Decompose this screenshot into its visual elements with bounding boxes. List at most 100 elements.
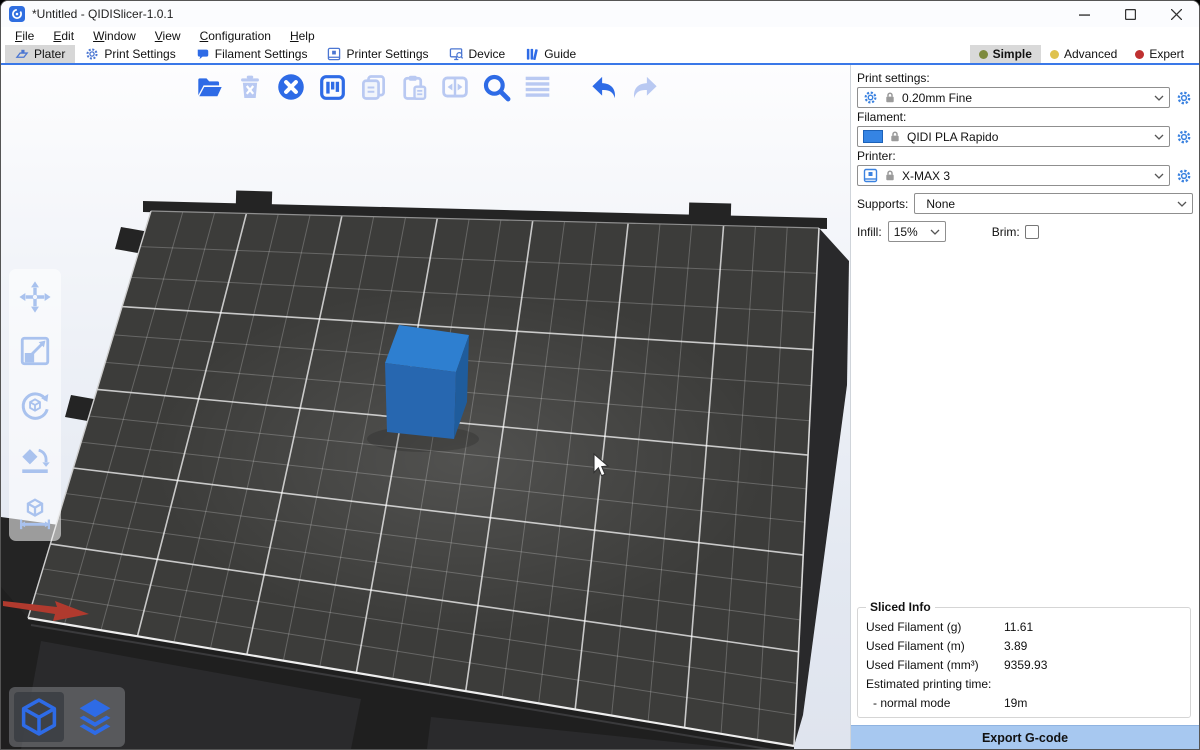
mode-expert[interactable]: Expert (1126, 45, 1193, 63)
split-button[interactable] (439, 71, 471, 103)
mode-advanced-label: Advanced (1064, 47, 1117, 61)
infill-combo[interactable]: 15% (888, 221, 946, 242)
filament-value: QIDI PLA Rapido (907, 130, 998, 144)
close-icon (1171, 9, 1182, 20)
window-title: *Untitled - QIDISlicer-1.0.1 (32, 7, 173, 21)
tab-filament-settings[interactable]: Filament Settings (186, 45, 318, 63)
menu-bar: File Edit Window View Configuration Help (1, 27, 1199, 45)
tab-device[interactable]: Device (439, 45, 516, 63)
mode-expert-label: Expert (1149, 47, 1184, 61)
close-button[interactable] (1153, 1, 1199, 27)
expert-mode-dot (1135, 50, 1144, 59)
print-settings-label: Print settings: (857, 71, 1193, 85)
tab-print-settings[interactable]: Print Settings (75, 45, 185, 63)
delete-button[interactable] (234, 71, 266, 103)
chevron-down-icon (1154, 173, 1164, 179)
print-settings-value: 0.20mm Fine (902, 91, 972, 105)
app-logo-icon (9, 6, 25, 22)
printer-value: X-MAX 3 (902, 169, 950, 183)
menu-view[interactable]: View (155, 29, 181, 43)
edit-print-settings-button[interactable] (1175, 89, 1193, 107)
printer-combo[interactable]: X-MAX 3 (857, 165, 1170, 186)
printer-icon (863, 168, 878, 183)
top-toolbar (193, 71, 661, 103)
export-gcode-button[interactable]: Export G-code (851, 725, 1199, 749)
infill-label: Infill: (857, 225, 882, 239)
move-tool-button[interactable] (17, 279, 53, 315)
filament-color-swatch (863, 130, 883, 143)
tab-printer-settings[interactable]: Printer Settings (317, 45, 438, 63)
maximize-button[interactable] (1107, 1, 1153, 27)
filament-combo[interactable]: QIDI PLA Rapido (857, 126, 1170, 147)
gear-icon (1176, 168, 1192, 184)
circle-x-icon (277, 73, 305, 101)
tab-guide-label: Guide (544, 47, 576, 61)
supports-combo[interactable]: None (914, 193, 1193, 214)
copy-button[interactable] (357, 71, 389, 103)
menu-edit[interactable]: Edit (53, 29, 74, 43)
advanced-mode-dot (1050, 50, 1059, 59)
measure-tool-button[interactable] (17, 495, 53, 531)
supports-value: None (920, 197, 955, 211)
app-window: *Untitled - QIDISlicer-1.0.1 File Edit W… (0, 0, 1200, 750)
search-button[interactable] (480, 71, 512, 103)
move-icon (18, 280, 52, 314)
tab-guide[interactable]: Guide (515, 45, 586, 63)
editor-view-button[interactable] (14, 692, 64, 742)
print-settings-combo[interactable]: 0.20mm Fine (857, 87, 1170, 108)
minimize-icon (1079, 9, 1090, 20)
menu-file[interactable]: File (15, 29, 34, 43)
paste-button[interactable] (398, 71, 430, 103)
trash-icon (237, 74, 263, 100)
lock-icon (884, 169, 896, 182)
flatten-icon (18, 442, 52, 476)
device-monitor-icon (449, 47, 464, 61)
rotate-tool-button[interactable] (17, 387, 53, 423)
scale-tool-button[interactable] (17, 333, 53, 369)
edit-filament-button[interactable] (1175, 128, 1193, 146)
tab-print-settings-label: Print Settings (104, 47, 175, 61)
sliced-info-row: Used Filament (g) 11.61 (866, 620, 1182, 634)
place-on-face-tool-button[interactable] (17, 441, 53, 477)
lock-icon (889, 130, 901, 143)
title-bar: *Untitled - QIDISlicer-1.0.1 (1, 1, 1199, 27)
gear-icon (1176, 129, 1192, 145)
scale-icon (18, 334, 52, 368)
chevron-down-icon (1154, 134, 1164, 140)
open-file-button[interactable] (193, 71, 225, 103)
open-folder-icon (195, 73, 223, 101)
tab-printer-settings-label: Printer Settings (346, 47, 428, 61)
minimize-button[interactable] (1061, 1, 1107, 27)
left-toolbar (9, 269, 61, 541)
redo-button[interactable] (629, 71, 661, 103)
chevron-down-icon (1177, 201, 1187, 207)
edit-printer-button[interactable] (1175, 167, 1193, 185)
mode-simple-label: Simple (993, 47, 1032, 61)
menu-configuration[interactable]: Configuration (200, 29, 271, 43)
sliced-info-row: Used Filament (m) 3.89 (866, 639, 1182, 653)
mode-advanced[interactable]: Advanced (1041, 45, 1126, 63)
undo-button[interactable] (588, 71, 620, 103)
filament-icon (196, 47, 210, 61)
measure-icon (18, 496, 52, 530)
menu-window[interactable]: Window (93, 29, 136, 43)
mode-simple[interactable]: Simple (970, 45, 1041, 63)
delete-all-button[interactable] (275, 71, 307, 103)
viewport-3d[interactable] (1, 65, 850, 749)
brim-checkbox[interactable] (1025, 225, 1039, 239)
tab-plater-label: Plater (34, 47, 65, 61)
3d-editor-cube-icon (19, 697, 59, 737)
split-panels-icon (441, 73, 469, 101)
preview-view-button[interactable] (70, 692, 120, 742)
arrange-button[interactable] (316, 71, 348, 103)
printer-label: Printer: (857, 149, 1193, 163)
menu-help[interactable]: Help (290, 29, 315, 43)
settings-panel: Print settings: 0.20mm Fine (850, 65, 1199, 749)
supports-label: Supports: (857, 197, 908, 211)
gear-icon (1176, 90, 1192, 106)
tab-plater[interactable]: Plater (5, 45, 75, 63)
filament-label: Filament: (857, 110, 1193, 124)
lock-icon (884, 91, 896, 104)
guide-books-icon (525, 47, 539, 61)
variable-layer-height-button[interactable] (521, 71, 553, 103)
